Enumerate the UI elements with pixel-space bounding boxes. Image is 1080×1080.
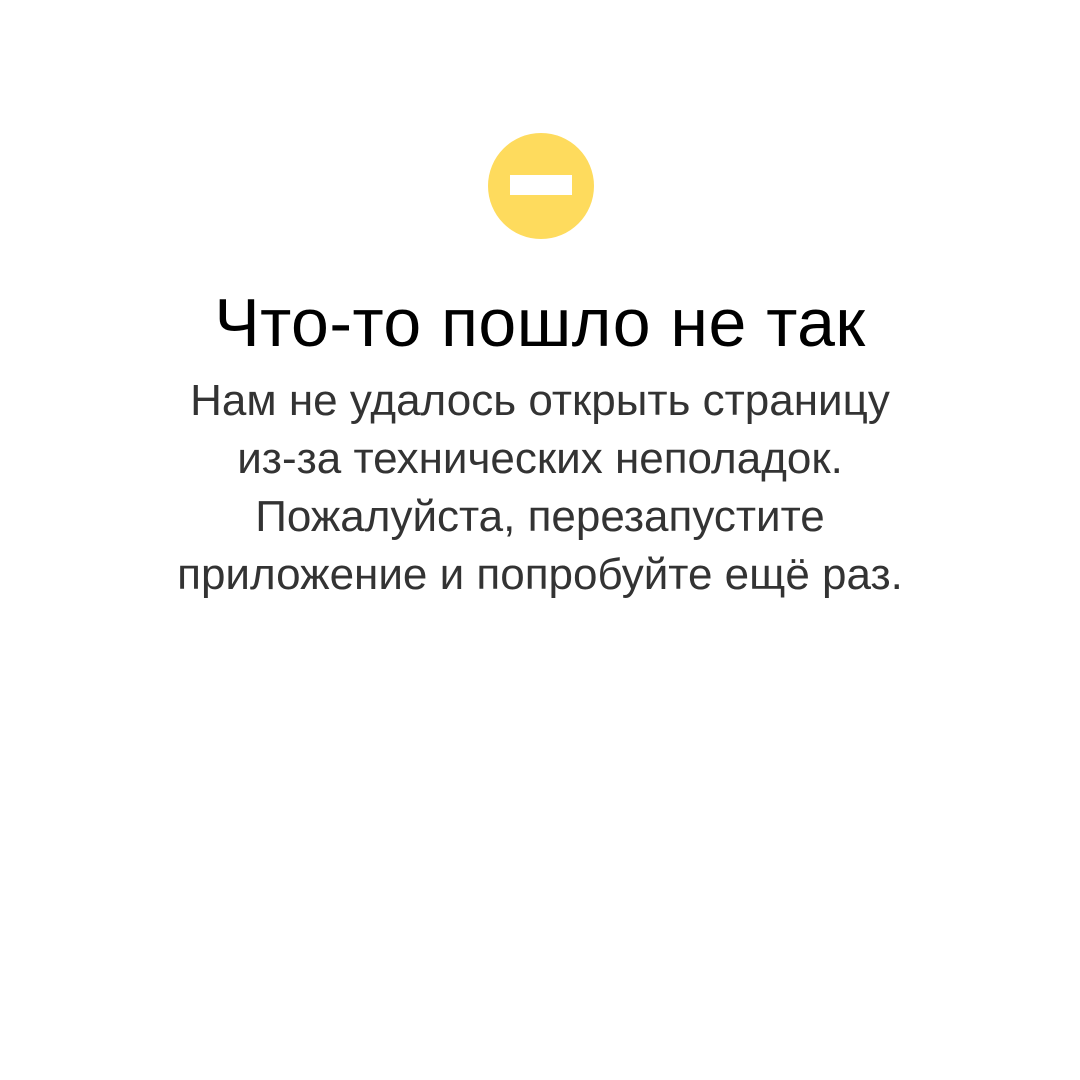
stop-icon-bar bbox=[510, 175, 572, 195]
stop-icon bbox=[488, 133, 594, 239]
error-message-line: Пожалуйста, перезапустите bbox=[255, 492, 825, 541]
error-title: Что-то пошло не так bbox=[214, 285, 866, 361]
error-screen: Что-то пошло не так Нам не удалось откры… bbox=[0, 0, 1080, 1080]
error-message-line: из-за технических неполадок. bbox=[237, 434, 843, 483]
error-message-line: Нам не удалось открыть страницу bbox=[190, 376, 890, 425]
error-message: Нам не удалось открыть страницу из-за те… bbox=[100, 372, 980, 604]
error-message-line: приложение и попробуйте ещё раз. bbox=[177, 550, 903, 599]
